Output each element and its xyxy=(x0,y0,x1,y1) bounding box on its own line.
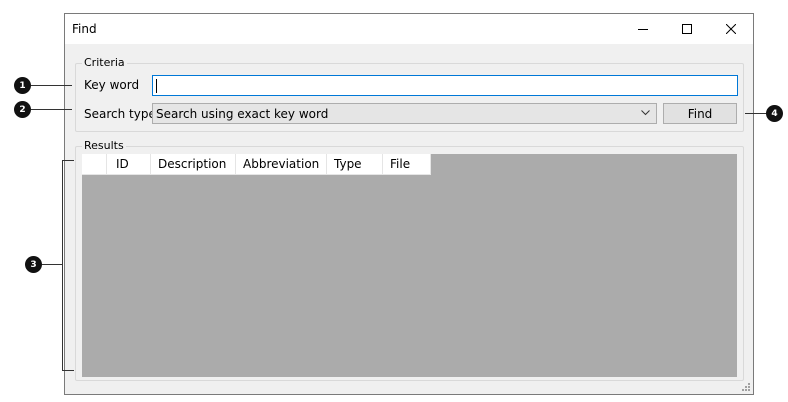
close-button[interactable] xyxy=(709,14,753,44)
find-button[interactable]: Find xyxy=(663,103,737,124)
minimize-button[interactable] xyxy=(621,14,665,44)
column-header-id[interactable]: ID xyxy=(107,154,151,175)
criteria-legend: Criteria xyxy=(82,56,127,69)
maximize-icon xyxy=(682,24,692,34)
find-window: Find Criteria Key word Search type Searc… xyxy=(64,13,754,395)
callout-4-line xyxy=(745,113,767,114)
callout-1-badge: 1 xyxy=(14,77,31,94)
callout-3-badge: 3 xyxy=(25,256,42,273)
keyword-label: Key word xyxy=(84,78,140,92)
search-type-select[interactable]: Search using exact key word xyxy=(152,103,657,124)
callout-2-badge: 2 xyxy=(14,101,31,118)
column-header-type[interactable]: Type xyxy=(327,154,383,175)
callout-4-badge: 4 xyxy=(766,105,783,122)
callout-3-bracket xyxy=(62,160,63,371)
title-bar[interactable]: Find xyxy=(65,14,753,44)
column-header-abbreviation[interactable]: Abbreviation xyxy=(236,154,327,175)
window-title: Find xyxy=(72,22,97,36)
row-header-corner[interactable] xyxy=(82,154,107,175)
callout-3-bracket-top xyxy=(62,160,74,161)
search-type-value: Search using exact key word xyxy=(156,107,329,121)
column-header-description[interactable]: Description xyxy=(151,154,236,175)
callout-3-bracket-bottom xyxy=(62,370,74,371)
callout-2-line xyxy=(31,109,72,110)
chevron-down-icon xyxy=(641,110,650,116)
maximize-button[interactable] xyxy=(665,14,709,44)
column-header-file[interactable]: File xyxy=(383,154,431,175)
keyword-input[interactable] xyxy=(152,75,738,96)
minimize-icon xyxy=(638,29,648,30)
callout-3-line xyxy=(42,264,62,265)
resize-grip-icon[interactable] xyxy=(741,382,751,392)
text-caret xyxy=(156,79,157,93)
results-grid[interactable]: ID Description Abbreviation Type File xyxy=(82,154,737,377)
results-grid-header: ID Description Abbreviation Type File xyxy=(82,154,431,175)
close-icon xyxy=(726,24,736,34)
search-type-label: Search type xyxy=(84,107,156,121)
callout-1-line xyxy=(31,85,72,86)
results-legend: Results xyxy=(82,139,126,152)
